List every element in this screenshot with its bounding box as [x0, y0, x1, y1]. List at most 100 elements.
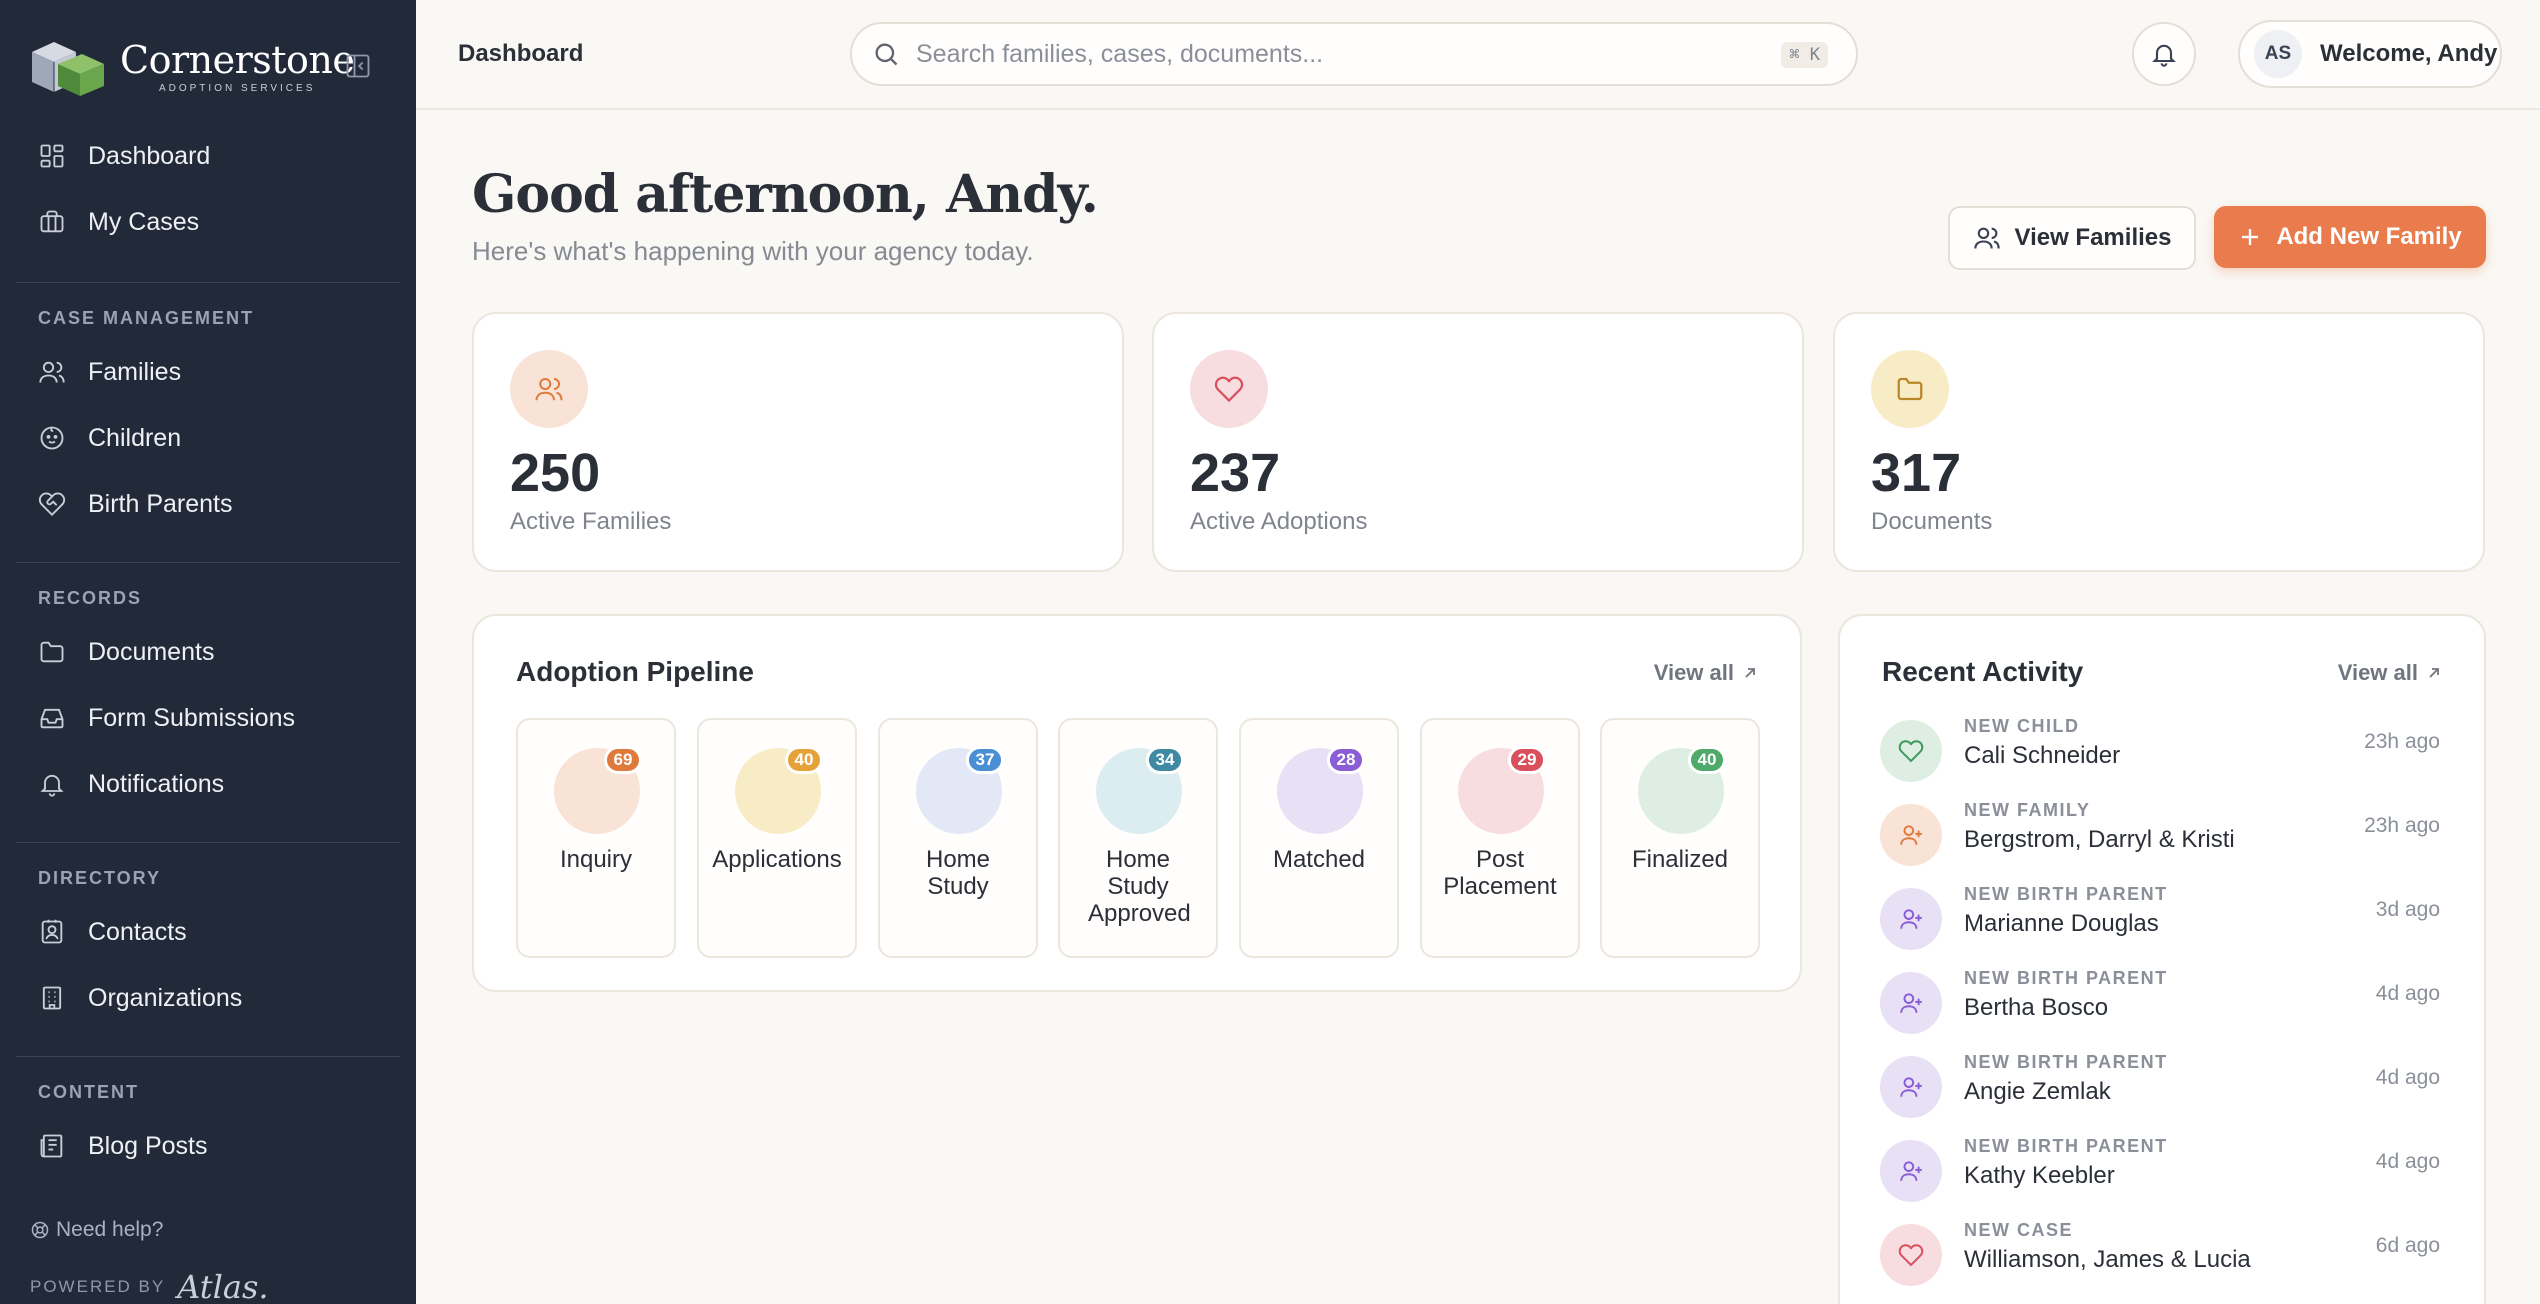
inbox-icon [40, 708, 64, 729]
folder-icon [1871, 350, 1949, 428]
user-plus-icon [1880, 804, 1942, 866]
sidebar-item-notifications[interactable]: Notifications [16, 756, 400, 812]
stat-card-active-families[interactable]: 250 Active Families [472, 312, 1124, 572]
sidebar-collapse-icon[interactable] [344, 52, 372, 80]
activity-item[interactable]: NEW BIRTH PARENT Bertha Bosco 4d ago [1880, 968, 2440, 1044]
pipeline-stage-inquiry[interactable]: 69 Inquiry [516, 718, 676, 958]
stat-label: Documents [1871, 508, 1993, 535]
page-subtitle: Here's what's happening with your agency… [472, 236, 1034, 266]
pipeline-title: Adoption Pipeline [516, 656, 754, 687]
activity-type: NEW CHILD [1964, 716, 2080, 736]
briefcase-icon [40, 210, 64, 233]
bell-icon [2152, 44, 2176, 67]
sidebar-item-label: Form Submissions [88, 703, 295, 732]
sidebar-divider [16, 842, 400, 843]
stage-label: Post Placement [1443, 846, 1557, 900]
breadcrumb: Dashboard [458, 40, 584, 67]
stage-count-badge: 40 [1688, 746, 1726, 774]
brand-subtitle: ADOPTION SERVICES [158, 82, 316, 94]
sidebar-item-label: Documents [88, 637, 215, 666]
pipeline-view-all-link[interactable]: View all [1654, 660, 1758, 686]
newspaper-icon [40, 1134, 63, 1158]
sidebar-item-birth-parents[interactable]: Birth Parents [16, 476, 400, 532]
sidebar-divider [16, 1056, 400, 1057]
stage-count-badge: 34 [1146, 746, 1184, 774]
heart-icon [1190, 350, 1268, 428]
activity-name: Bergstrom, Darryl & Kristi [1964, 826, 2235, 853]
activity-item[interactable]: NEW BIRTH PARENT Marianne Douglas 3d ago [1880, 884, 2440, 960]
pipeline-stage-finalized[interactable]: 40 Finalized [1600, 718, 1760, 958]
sidebar-item-label: Notifications [88, 769, 225, 798]
user-menu[interactable]: AS Welcome, Andy [2238, 20, 2502, 88]
activity-item[interactable]: NEW CASE Williamson, James & Lucia 6d ag… [1880, 1220, 2440, 1296]
activity-item[interactable]: NEW FAMILY Bergstrom, Darryl & Kristi 23… [1880, 800, 2440, 876]
sidebar-item-form-submissions[interactable]: Form Submissions [16, 690, 400, 746]
stat-card-documents[interactable]: 317 Documents [1833, 312, 2485, 572]
adoption-pipeline-panel: Adoption Pipeline View all 69 Inquiry 40… [472, 614, 1802, 992]
activity-name: Marianne Douglas [1964, 910, 2159, 937]
search-input[interactable] [916, 39, 1736, 69]
activity-title: Recent Activity [1882, 656, 2084, 687]
stage-count-badge: 69 [604, 746, 642, 774]
activity-item[interactable]: NEW BIRTH PARENT Angie Zemlak 4d ago [1880, 1052, 2440, 1128]
sidebar-item-organizations[interactable]: Organizations [16, 970, 400, 1026]
search-icon [875, 43, 898, 66]
stage-count-badge: 29 [1508, 746, 1546, 774]
need-help-label: Need help? [56, 1218, 164, 1241]
powered-by: POWERED BY Atlas. [30, 1268, 269, 1304]
section-case-management: CASE MANAGEMENT [38, 308, 255, 328]
stage-label: Home Study Approved [1088, 846, 1191, 927]
activity-item[interactable]: NEW CHILD Cali Schneider 23h ago [1880, 716, 2440, 792]
pipeline-stage-post-placement[interactable]: 29 Post Placement [1420, 718, 1580, 958]
stage-label: Matched [1272, 846, 1366, 873]
dashboard-icon [40, 144, 64, 168]
sidebar-item-families[interactable]: Families [16, 344, 400, 400]
view-families-button[interactable]: View Families [1948, 206, 2196, 270]
activity-type: NEW FAMILY [1964, 800, 2091, 820]
plus-icon [2242, 229, 2259, 245]
brand-logo[interactable]: Cornerstone ADOPTION SERVICES [24, 30, 355, 102]
sidebar-item-my-cases[interactable]: My Cases [16, 194, 400, 250]
sidebar: Cornerstone ADOPTION SERVICES Dashboard … [0, 0, 416, 1304]
contact-icon [41, 919, 63, 944]
top-bar: Dashboard ⌘ K AS Welcome, Andy [416, 0, 2540, 110]
stat-value: 237 [1190, 443, 1281, 503]
activity-time: 4d ago [2375, 1150, 2440, 1173]
pipeline-stage-matched[interactable]: 28 Matched [1239, 718, 1399, 958]
section-directory: DIRECTORY [38, 868, 162, 888]
stage-count-badge: 28 [1327, 746, 1365, 774]
activity-view-all-link[interactable]: View all [2338, 660, 2442, 686]
activity-item[interactable]: NEW BIRTH PARENT Kathy Keebler 4d ago [1880, 1136, 2440, 1212]
stat-card-active-adoptions[interactable]: 237 Active Adoptions [1152, 312, 1804, 572]
pipeline-stage-home-study[interactable]: 37 Home Study [878, 718, 1038, 958]
sidebar-item-contacts[interactable]: Contacts [16, 904, 400, 960]
sidebar-item-label: Organizations [88, 983, 243, 1012]
stage-label: Finalized [1631, 846, 1729, 873]
activity-name: Kathy Keebler [1964, 1162, 2115, 1189]
sidebar-item-children[interactable]: Children [16, 410, 400, 466]
sidebar-item-label: Families [88, 357, 182, 386]
sidebar-divider [16, 562, 400, 563]
stat-label: Active Families [510, 508, 672, 535]
sidebar-item-label: Birth Parents [88, 489, 233, 518]
building-icon [42, 986, 62, 1010]
sidebar-item-dashboard[interactable]: Dashboard [16, 128, 400, 184]
need-help-link[interactable]: Need help? [30, 1218, 163, 1242]
activity-name: Angie Zemlak [1964, 1078, 2111, 1105]
sidebar-item-blog-posts[interactable]: Blog Posts [16, 1118, 400, 1174]
sidebar-item-documents[interactable]: Documents [16, 624, 400, 680]
atlas-logo[interactable]: Atlas. [177, 1268, 268, 1304]
search-bar[interactable]: ⌘ K [850, 22, 1858, 86]
folder-icon [40, 641, 64, 663]
pipeline-stage-home-study-approved[interactable]: 34 Home Study Approved [1058, 718, 1218, 958]
arrow-up-right-icon [2429, 668, 2439, 678]
add-new-family-button[interactable]: Add New Family [2214, 206, 2486, 268]
notifications-button[interactable] [2132, 22, 2196, 86]
add-new-family-label: Add New Family [2276, 223, 2462, 250]
activity-time: 6d ago [2375, 1234, 2440, 1257]
activity-name: Williamson, James & Lucia [1964, 1246, 2251, 1273]
heart-handshake-icon [38, 492, 66, 517]
sidebar-item-label: Blog Posts [88, 1131, 208, 1160]
pipeline-stage-applications[interactable]: 40 Applications [697, 718, 857, 958]
activity-type: NEW BIRTH PARENT [1964, 1136, 2168, 1156]
